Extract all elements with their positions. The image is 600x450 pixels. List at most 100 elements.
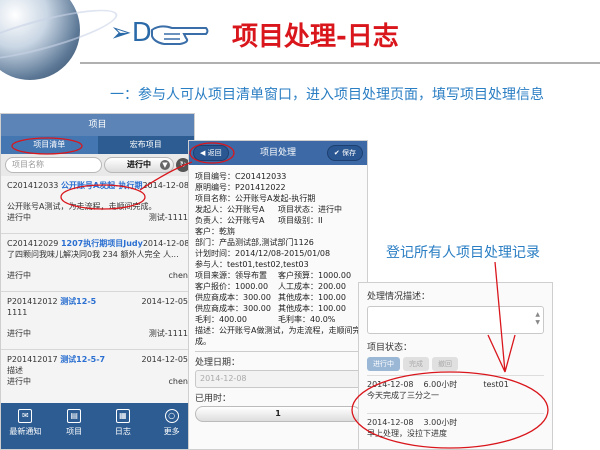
back-label: 返回 — [207, 149, 222, 157]
pointing-hand-icon — [151, 25, 209, 45]
item-date: 2014-12-05 — [141, 355, 189, 364]
item-owner: 测试-1111 — [148, 213, 188, 222]
item-owner: chen — [168, 271, 188, 280]
more-icon: ○ — [164, 409, 179, 423]
detail-body: 项目编号：C201412033 原明编号：P201412022 项目名称：公开账… — [189, 165, 367, 422]
status-option[interactable]: 完成 — [403, 357, 429, 371]
item-date: 2014-12-08 — [142, 239, 188, 248]
log-date: 2014-12-08 — [367, 380, 414, 389]
desc-textarea[interactable]: ▲ ▼ — [367, 306, 544, 334]
list-item[interactable]: P201412012 测试12-5 2014-12-05 1111 进行中 测试-1… — [1, 292, 194, 350]
title-divider — [80, 62, 600, 64]
project-detail-screen: ◀ 返回 项目处理 ✔ 保存 项目编号：C201412033 原明编号：P201… — [188, 140, 368, 450]
item-owner: 测试-1111 — [148, 329, 188, 338]
item-owner: chen — [168, 377, 188, 386]
item-code: C201412029 — [7, 239, 59, 248]
status-option[interactable]: 进行中 — [367, 357, 400, 371]
detail-line: 项目编号：C201412033 — [195, 172, 287, 181]
desc-label: 处理情况描述： — [367, 292, 431, 302]
log-hours: 3.00小时 — [423, 418, 458, 427]
search-bar: 项目名称 进行中 ▼ ↻ — [1, 154, 194, 176]
detail-line: 部门：产品测试部,测试部门1126 — [195, 238, 314, 247]
detail-line: 客户：乾旃 — [195, 227, 235, 236]
detail-pair: 客户报价：1000.00 人工成本：200.00 — [195, 281, 361, 292]
tab-published-projects[interactable]: 宏布项目 — [98, 136, 195, 154]
item-status: 进行中 — [7, 329, 31, 338]
save-label: 保存 — [342, 149, 356, 157]
save-button[interactable]: ✔ 保存 — [326, 145, 363, 161]
item-description: 描述 — [7, 366, 23, 375]
status-buttons: 进行中 完成 撤回 — [367, 357, 544, 371]
item-description: 公开账号A测试，为走流程，走顺间完成。 — [7, 202, 157, 211]
hours-label: 已用时： — [195, 394, 232, 404]
nav-label: 更多 — [163, 427, 180, 436]
log-hours: 6.00小时 — [423, 380, 458, 389]
item-code: C201412033 — [7, 181, 59, 190]
project-list-screen: 项目 项目清单 宏布项目 项目名称 进行中 ▼ ↻ C201412033 公开账号… — [0, 113, 195, 450]
item-status: 进行中 — [7, 271, 31, 280]
detail-line: 项目名称：公开账号A发起-执行期 — [195, 194, 316, 203]
item-name-link[interactable]: 测试12-5 — [60, 297, 96, 306]
detail-line: 计划时间：2014/12/08-2015/01/08 — [195, 249, 331, 258]
nav-label: 最新通知 — [9, 427, 42, 436]
log-user: test01 — [483, 380, 509, 389]
list-tabs: 项目清单 宏布项目 — [1, 136, 194, 154]
item-name-link[interactable]: 1207执行期项目Judy — [61, 239, 143, 248]
date-input[interactable]: 2014-12-08 — [195, 370, 361, 388]
nav-label: 项目 — [66, 427, 83, 436]
item-date: 2014-12-05 — [141, 297, 189, 306]
item-name-link[interactable]: 公开账号A发起-执行期 — [61, 181, 143, 190]
detail-field: 发起人：公开账号A — [195, 205, 265, 214]
date-label: 处理日期： — [195, 358, 241, 368]
detail-field: 项目状态：进行中 — [278, 205, 342, 214]
tab-project-list[interactable]: 项目清单 — [1, 136, 98, 154]
detail-pair: 供应商成本：300.00 其他成本：100.00 — [195, 303, 361, 314]
grid-icon: ▦ — [115, 409, 130, 423]
detail-field: 其他成本：100.00 — [278, 293, 346, 302]
status-label: 项目状态： — [367, 343, 413, 353]
hours-stepper[interactable]: 1 — [195, 406, 361, 422]
item-description: 了四颗问我味儿解决同0我 234 额外人完全 人... — [7, 250, 179, 259]
detail-description: 描述：公开账号A做测试，为走流程，走顺间完成。 — [195, 326, 361, 346]
detail-line: 参与人：test01,test02,test03 — [195, 260, 309, 269]
detail-field: 其他成本：100.00 — [278, 304, 346, 313]
list-item[interactable]: C201412029 1207执行期项目Judy 2014-12-08 了四颗问我… — [1, 234, 194, 292]
divider — [195, 351, 361, 352]
item-description: 1111 — [7, 308, 28, 317]
back-button[interactable]: ◀ 返回 — [193, 145, 229, 161]
detail-line: 原明编号：P201412022 — [195, 183, 286, 192]
item-name-link[interactable]: 测试12-5-7 — [60, 355, 105, 364]
nav-logs[interactable]: ▦ 日志 — [99, 403, 148, 449]
detail-field: 供应商成本：300.00 — [195, 304, 271, 313]
status-select-value: 进行中 — [127, 160, 151, 169]
spinner-icon: ▲ ▼ — [535, 311, 540, 326]
status-option[interactable]: 撤回 — [432, 357, 458, 371]
detail-field: 项目级别：II — [278, 216, 323, 225]
slide-subtitle: 一：参与人可从项目清单窗口，进入项目处理页面，填写项目处理信息 — [110, 87, 544, 103]
detail-field: 毛利：400.00 — [195, 315, 247, 324]
list-screen-title: 项目 — [1, 114, 194, 136]
log-date: 2014-12-08 — [367, 418, 414, 427]
detail-header: ◀ 返回 项目处理 ✔ 保存 — [189, 141, 367, 165]
detail-field: 项目来源：领导布置 — [195, 271, 267, 280]
log-text: 早上处理，没拉下进度 — [367, 429, 447, 438]
project-list: C201412033 公开账号A发起-执行期 2014-12-08 公开账号A测试… — [1, 176, 194, 408]
search-input[interactable]: 项目名称 — [5, 157, 102, 173]
nav-notifications[interactable]: ✉ 最新通知 — [1, 403, 50, 449]
list-item[interactable]: P201412017 测试12-5-7 2014-12-05 描述 进行中 chen — [1, 350, 194, 408]
chat-icon: ✉ — [18, 409, 33, 423]
item-status: 进行中 — [7, 213, 31, 222]
nav-projects[interactable]: ▤ 项目 — [50, 403, 99, 449]
list-item[interactable]: C201412033 公开账号A发起-执行期 2014-12-08 公开账号A测试… — [1, 176, 194, 234]
page-title: 项目处理-日志 — [232, 22, 399, 52]
document-icon: ▤ — [67, 409, 82, 423]
section-marker: ➢D — [110, 18, 152, 48]
log-text: 今天完成了三分之一 — [367, 391, 439, 400]
detail-field: 供应商成本：300.00 — [195, 293, 271, 302]
status-select[interactable]: 进行中 ▼ — [104, 157, 174, 173]
detail-field: 客户报价：1000.00 — [195, 282, 269, 291]
detail-pair: 负责人：公开账号A 项目级别：II — [195, 215, 361, 226]
log-entry: 2014-12-08 3.00小时 早上处理，没拉下进度 — [367, 413, 544, 439]
detail-field: 负责人：公开账号A — [195, 216, 265, 225]
chevron-down-icon: ▼ — [160, 160, 170, 170]
